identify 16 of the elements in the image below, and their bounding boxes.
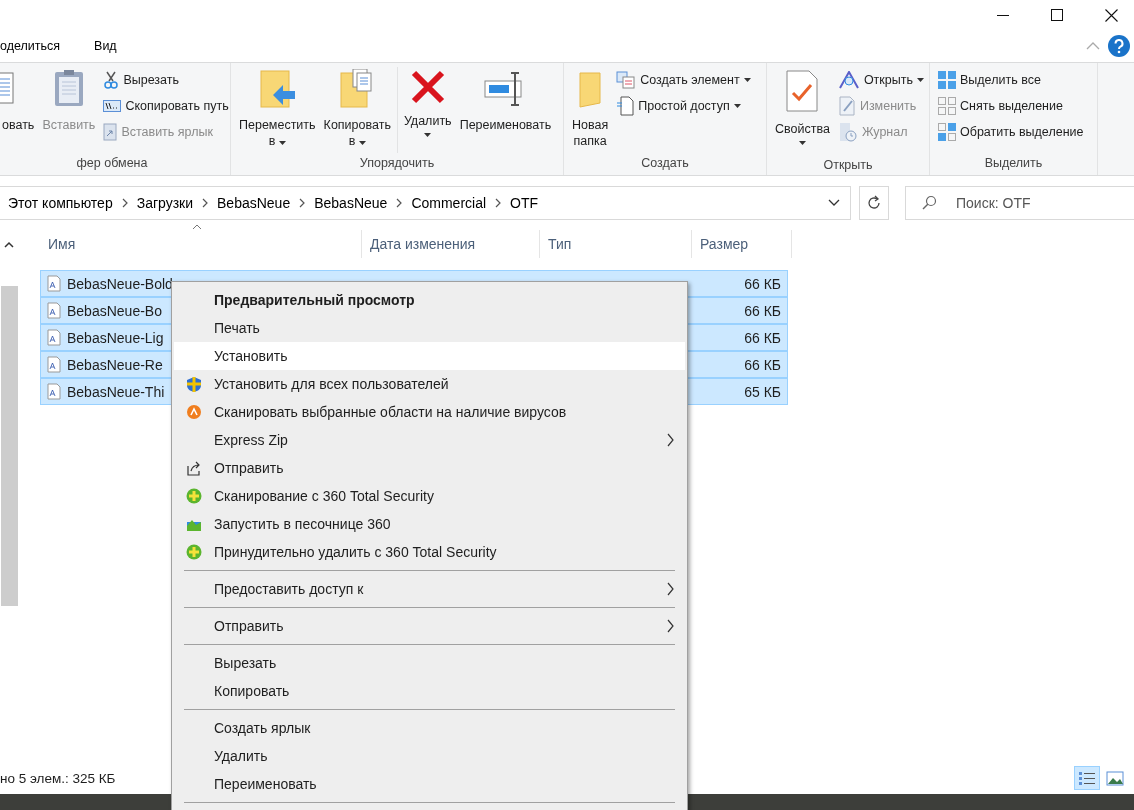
- group-label: фер обмена: [75, 155, 149, 172]
- table-cell: 66 КБ: [744, 356, 781, 373]
- table-cell: 66 КБ: [744, 275, 781, 292]
- group-label: Выделить: [983, 155, 1044, 172]
- table-cell: 66 КБ: [744, 329, 781, 346]
- table-cell: 65 КБ: [744, 383, 781, 400]
- table-cell: BebasNeue-Bold: [67, 275, 173, 292]
- table-cell: BebasNeue-Bo: [67, 302, 162, 319]
- group-label: Создать: [640, 155, 690, 172]
- table-cell: BebasNeue-Lig: [67, 329, 164, 346]
- table-cell: BebasNeue-Re: [67, 356, 163, 373]
- table-cell: BebasNeue-Thi: [67, 383, 165, 400]
- table-cell: 66 КБ: [744, 302, 781, 319]
- group-label: Упорядочить: [358, 155, 436, 172]
- group-label: Открыть: [822, 157, 874, 174]
- status-text: но 5 элем.: 325 КБ: [0, 770, 116, 786]
